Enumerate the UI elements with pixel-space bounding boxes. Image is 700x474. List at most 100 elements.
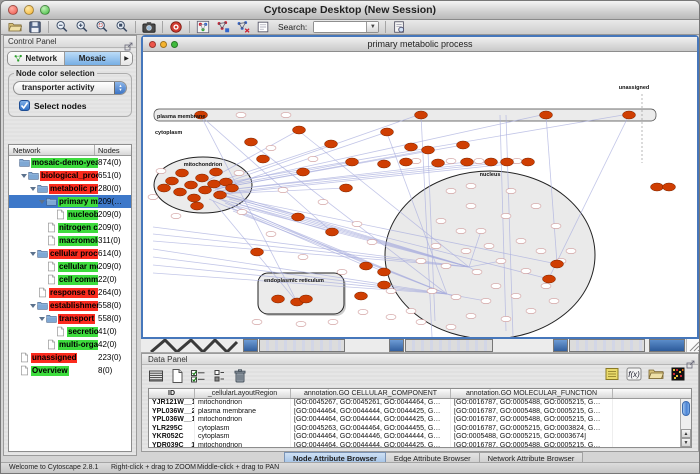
tree-row[interactable]: transport558(0)	[9, 312, 131, 325]
dropdown-stepper-icon[interactable]: ▲▼	[114, 82, 126, 94]
network-node[interactable]	[526, 308, 536, 313]
tree-column-network[interactable]: Network	[9, 145, 95, 155]
network-node[interactable]	[457, 141, 470, 149]
network-node[interactable]	[337, 269, 347, 274]
network-node[interactable]	[623, 111, 636, 119]
tree-expand-arrow[interactable]	[20, 170, 28, 181]
table-cell[interactable]: [GO:0016787, GO:0005215, GO:0003824, G…	[451, 425, 613, 434]
tree-row[interactable]: establishment of lo558(0)	[9, 299, 131, 312]
tree-row[interactable]: metabolic process280(0)	[9, 182, 131, 195]
network-node[interactable]	[461, 248, 471, 253]
zoom-out-icon[interactable]	[55, 20, 69, 34]
network-node[interactable]	[251, 248, 264, 256]
network-close-button[interactable]	[149, 41, 156, 48]
network-node[interactable]	[191, 202, 204, 210]
network-node[interactable]	[522, 158, 535, 166]
table-cell[interactable]: cytoplasm	[195, 433, 291, 442]
table-cell[interactable]: [GO:0044464, GO:0044444, GO:0044425, G…	[291, 416, 451, 425]
tree-row[interactable]: primary metabo209(…	[9, 195, 131, 208]
network-node[interactable]	[541, 283, 551, 288]
tree-expand-arrow[interactable]	[29, 248, 37, 259]
network-node[interactable]	[543, 275, 556, 283]
network-node[interactable]	[521, 268, 531, 273]
network-node[interactable]	[214, 191, 227, 199]
network-node[interactable]	[536, 248, 546, 253]
tab-mosaic[interactable]: Mosaic	[65, 52, 122, 65]
network-node[interactable]	[266, 145, 276, 150]
network-node[interactable]	[406, 308, 416, 313]
tree-row[interactable]: biological_process651(0)	[9, 169, 131, 182]
background-window-fragment[interactable]	[569, 339, 645, 352]
network-node[interactable]	[427, 288, 437, 293]
table-row[interactable]: YLR295Ccytoplasm[GO:0045263, GO:0044464,…	[149, 425, 691, 434]
network-node[interactable]	[325, 140, 338, 148]
destroy-network-icon[interactable]	[236, 20, 250, 34]
network-node[interactable]	[474, 158, 484, 163]
table-cell[interactable]: [GO:0016787, GO:0005488, GO:0005215, G…	[451, 408, 613, 417]
network-node[interactable]	[501, 213, 511, 218]
network-node[interactable]	[501, 316, 511, 321]
network-node[interactable]	[326, 228, 339, 236]
network-graph[interactable]: plasma membranecytoplasmmitochondrionnuc…	[143, 52, 697, 337]
network-node[interactable]	[237, 209, 247, 214]
table-cell[interactable]: [GO:0045263, GO:0044464, GO:0044455, G…	[291, 425, 451, 434]
table-cell[interactable]: YJR121W__1	[149, 399, 195, 408]
table-cell[interactable]: [GO:0016787, GO:0005488, GO:0005215, G…	[451, 399, 613, 408]
network-node[interactable]	[196, 174, 209, 182]
network-node[interactable]	[466, 313, 476, 318]
network-node[interactable]	[386, 288, 396, 293]
tree-column-nodes[interactable]: Nodes	[95, 145, 131, 155]
network-node[interactable]	[360, 262, 373, 270]
network-node[interactable]	[405, 143, 418, 151]
tab-overflow-arrow[interactable]: ▶	[121, 52, 132, 65]
network-node[interactable]	[328, 319, 338, 324]
network-node[interactable]	[352, 221, 362, 226]
network-node[interactable]	[663, 183, 676, 191]
network-node[interactable]	[381, 128, 394, 136]
delete-attribute-icon[interactable]	[232, 368, 248, 384]
network-node[interactable]	[257, 155, 270, 163]
table-row[interactable]: YPL036W__2plasma membrane[GO:0044464, GO…	[149, 408, 691, 417]
network-node[interactable]	[297, 168, 310, 176]
network-node[interactable]	[346, 158, 359, 166]
table-cell[interactable]: YPL036W__1	[149, 416, 195, 425]
select-attributes-icon[interactable]	[148, 368, 164, 384]
function-builder-icon[interactable]: f(x)	[626, 366, 642, 382]
table-cell[interactable]: plasma membrane	[195, 408, 291, 417]
network-node[interactable]	[446, 158, 456, 163]
network-node[interactable]	[308, 156, 318, 161]
network-node[interactable]	[484, 243, 494, 248]
network-node[interactable]	[485, 158, 498, 166]
table-row[interactable]: YJR121W__1mitochondrion[GO:0045267, GO:0…	[149, 399, 691, 408]
network-node[interactable]	[188, 194, 201, 202]
scroll-down-icon[interactable]: ▼	[681, 438, 691, 447]
network-node[interactable]	[226, 184, 239, 192]
new-network-icon[interactable]	[216, 20, 230, 34]
scrollbar-thumb[interactable]	[682, 401, 690, 416]
background-window-fragment[interactable]	[553, 339, 568, 352]
network-node[interactable]	[171, 213, 181, 218]
table-cell[interactable]: mitochondrion	[195, 399, 291, 408]
network-node[interactable]	[416, 258, 426, 263]
table-cell[interactable]: YDR039C__1	[149, 442, 195, 448]
network-node[interactable]	[281, 112, 291, 117]
network-node[interactable]	[551, 223, 561, 228]
resize-grip-icon[interactable]	[686, 339, 699, 352]
search-combobox[interactable]: ▼	[313, 21, 379, 33]
network-node[interactable]	[461, 158, 474, 166]
table-column-header[interactable]: ID	[149, 389, 195, 398]
table-cell[interactable]: YLR295C	[149, 425, 195, 434]
table-row[interactable]: YDR039C__1mitochondrion[GO:0044464, GO:0…	[149, 442, 691, 448]
network-node[interactable]	[266, 231, 276, 236]
table-cell[interactable]: YPL036W__2	[149, 408, 195, 417]
network-node[interactable]	[292, 213, 305, 221]
tree-row[interactable]: response to stimulu264(0)	[9, 286, 131, 299]
network-zoom-button[interactable]	[171, 41, 178, 48]
background-window-fragment[interactable]	[405, 339, 493, 352]
network-node[interactable]	[651, 183, 664, 191]
network-minimize-button[interactable]	[160, 41, 167, 48]
network-node[interactable]	[378, 281, 391, 289]
network-node[interactable]	[446, 324, 456, 329]
new-attribute-icon[interactable]	[169, 368, 185, 384]
network-node[interactable]	[378, 268, 391, 276]
